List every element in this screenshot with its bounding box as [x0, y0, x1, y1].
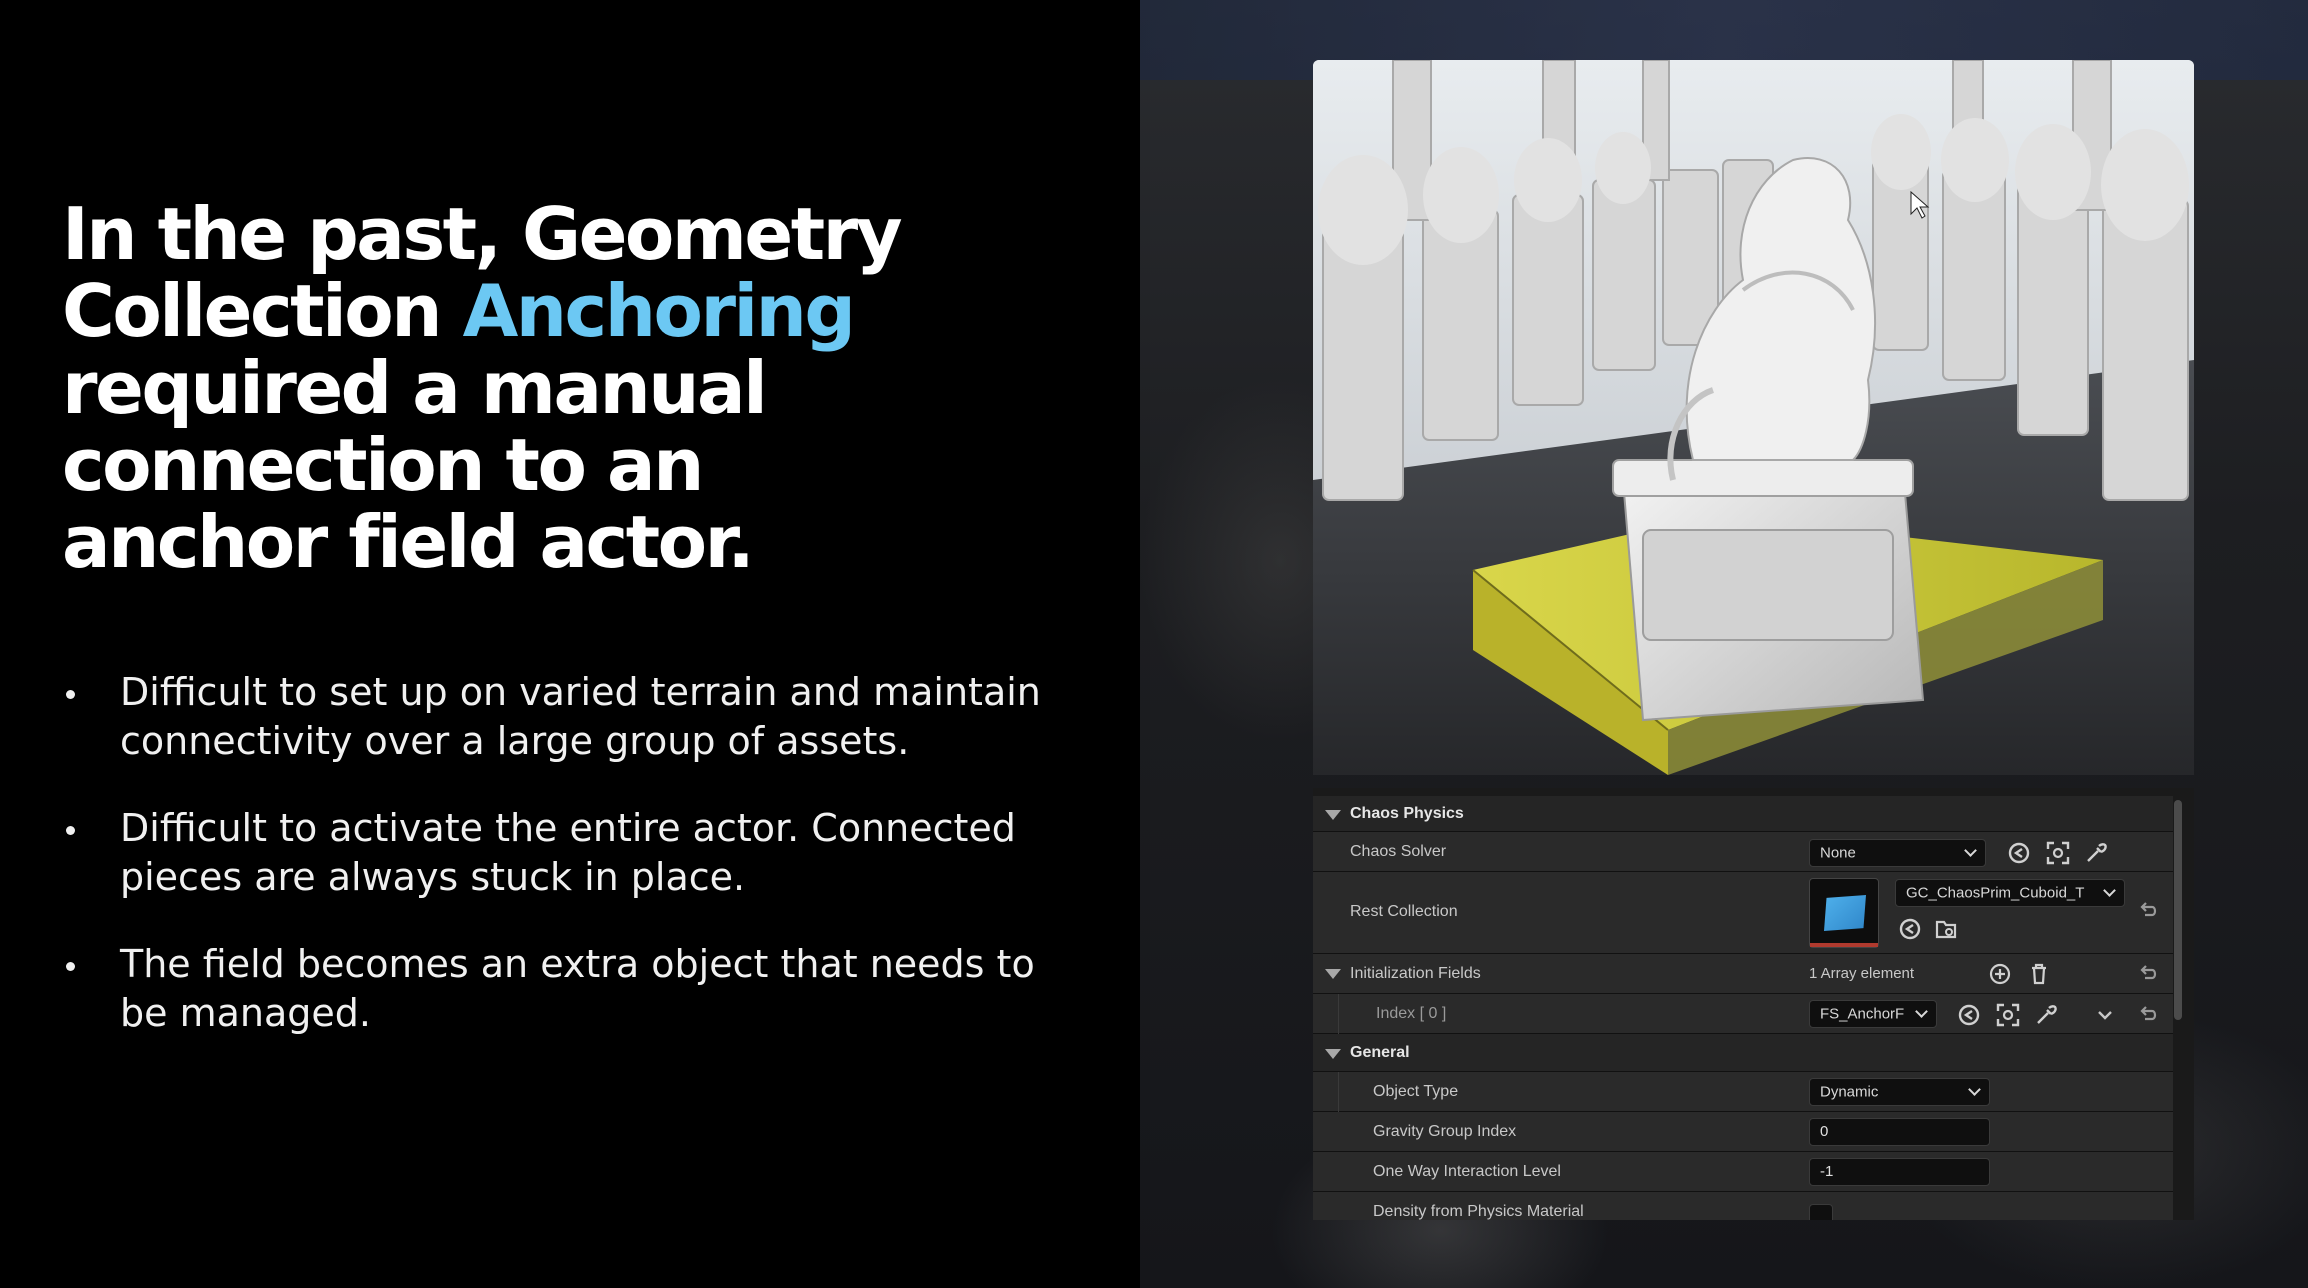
- bullet-item: Difficult to activate the entire actor. …: [62, 804, 1072, 902]
- property-row-density-from-physics-material: Density from Physics Material: [1313, 1192, 2173, 1220]
- focus-icon[interactable]: [1995, 1002, 2021, 1028]
- collapse-arrow-icon[interactable]: [1325, 1049, 1341, 1059]
- one-way-interaction-level-input[interactable]: -1: [1809, 1158, 1990, 1186]
- browse-icon[interactable]: [1897, 916, 1923, 942]
- property-label: Index [ 0 ]: [1376, 1005, 1447, 1022]
- browse-icon[interactable]: [1956, 1002, 1982, 1028]
- chaos-solver-dropdown[interactable]: None: [1809, 839, 1986, 867]
- dropdown-value: GC_ChaosPrim_Cuboid_T: [1906, 884, 2085, 902]
- bullet-list: Difficult to set up on varied terrain an…: [62, 668, 1072, 1076]
- details-panel: Chaos Physics Chaos Solver None Rest Col…: [1313, 788, 2194, 1220]
- chevron-down-icon: [1964, 844, 1977, 857]
- bullet-item: Difficult to set up on varied terrain an…: [62, 668, 1072, 766]
- headline-line-4: connection to an: [62, 423, 704, 507]
- headline-line-2-prefix: Collection: [62, 269, 463, 353]
- folder-icon[interactable]: [1933, 916, 1959, 942]
- section-header-general[interactable]: General: [1313, 1034, 2173, 1072]
- section-title: Chaos Physics: [1350, 805, 1464, 822]
- array-count: 1 Array element: [1809, 965, 1915, 982]
- section-header-chaos-physics[interactable]: Chaos Physics: [1313, 796, 2173, 832]
- reset-icon[interactable]: [2135, 898, 2161, 924]
- chevron-down-icon: [1915, 1005, 1928, 1018]
- slide-text-area: In the past, Geometry Collection Anchori…: [0, 0, 1140, 1288]
- reset-icon[interactable]: [2135, 961, 2161, 987]
- eyedropper-icon[interactable]: [2083, 840, 2109, 866]
- headline-line-1: In the past, Geometry: [62, 192, 903, 276]
- asset-thumbnail[interactable]: [1809, 878, 1879, 948]
- headline-line-3: required a manual: [62, 346, 768, 430]
- eyedropper-icon[interactable]: [2033, 1002, 2059, 1028]
- collapse-arrow-icon[interactable]: [1325, 969, 1341, 979]
- property-row-rest-collection: Rest Collection GC_ChaosPrim_Cuboid_T: [1313, 872, 2173, 954]
- property-row-index-0: Index [ 0 ] FS_AnchorF: [1313, 994, 2173, 1034]
- collapse-arrow-icon[interactable]: [1325, 810, 1341, 820]
- property-row-one-way-interaction-level: One Way Interaction Level -1: [1313, 1152, 2173, 1192]
- chevron-down-icon[interactable]: [2092, 1002, 2118, 1028]
- property-label: Density from Physics Material: [1373, 1203, 1584, 1220]
- property-label: Gravity Group Index: [1373, 1123, 1517, 1140]
- chevron-down-icon: [1968, 1083, 1981, 1096]
- headline-line-5: anchor field actor.: [62, 500, 755, 584]
- property-row-chaos-solver: Chaos Solver None: [1313, 832, 2173, 872]
- add-icon[interactable]: [1987, 961, 2013, 987]
- reset-icon[interactable]: [2135, 1002, 2161, 1028]
- trash-icon[interactable]: [2026, 961, 2052, 987]
- headline-line-2: Collection Anchoring: [62, 273, 1102, 350]
- density-checkbox[interactable]: [1809, 1204, 1833, 1220]
- tree-indent-line: [1338, 994, 1339, 1034]
- dropdown-value: FS_AnchorF: [1820, 1005, 1905, 1023]
- property-label: Chaos Solver: [1350, 843, 1447, 860]
- slide-headline: In the past, Geometry Collection Anchori…: [62, 196, 1102, 581]
- focus-icon[interactable]: [2045, 840, 2071, 866]
- property-label: One Way Interaction Level: [1373, 1163, 1561, 1180]
- dropdown-value: Dynamic: [1820, 1083, 1879, 1101]
- headline-accent-word: Anchoring: [462, 269, 856, 353]
- section-title: General: [1350, 1044, 1410, 1061]
- rest-collection-dropdown[interactable]: GC_ChaosPrim_Cuboid_T: [1895, 879, 2125, 907]
- chevron-down-icon: [2103, 884, 2116, 897]
- browse-icon[interactable]: [2006, 840, 2032, 866]
- property-row-object-type: Object Type Dynamic: [1313, 1072, 2173, 1220]
- panel-scrollbar[interactable]: [2174, 800, 2182, 1020]
- asset-type-bar: [1810, 943, 1878, 947]
- property-label: Rest Collection: [1350, 903, 1458, 920]
- viewport-scene: [1313, 60, 2194, 775]
- index-field-dropdown[interactable]: FS_AnchorF: [1809, 1000, 1937, 1028]
- cube-thumbnail-icon: [1824, 895, 1866, 931]
- gravity-group-index-input[interactable]: 0: [1809, 1118, 1990, 1146]
- property-row-gravity-group-index: Gravity Group Index 0: [1313, 1112, 2173, 1152]
- property-label: Initialization Fields: [1350, 965, 1481, 982]
- bullet-item: The field becomes an extra object that n…: [62, 940, 1072, 1038]
- dropdown-value: None: [1820, 844, 1856, 862]
- property-label: Object Type: [1373, 1083, 1459, 1100]
- object-type-dropdown[interactable]: Dynamic: [1809, 1078, 1990, 1106]
- editor-viewport[interactable]: [1313, 60, 2194, 775]
- property-row-initialization-fields: Initialization Fields 1 Array element: [1313, 954, 2173, 994]
